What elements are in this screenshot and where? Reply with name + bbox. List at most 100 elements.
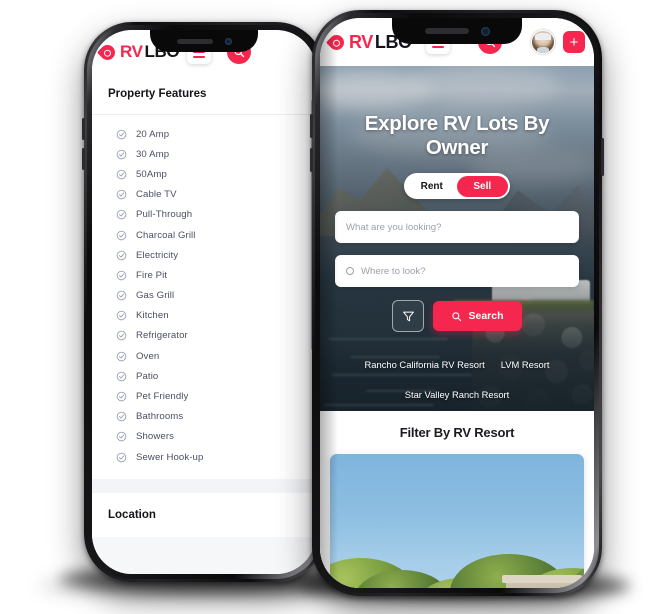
check-circle-icon <box>116 371 127 382</box>
list-item[interactable]: Patio <box>92 366 316 386</box>
search-button-label: Search <box>468 310 504 322</box>
search-keyword-placeholder: What are you looking? <box>346 221 442 233</box>
list-item-label: 50Amp <box>136 168 167 180</box>
page-title: Explore RV Lots By Owner <box>364 112 550 159</box>
list-item[interactable]: Refrigerator <box>92 326 316 346</box>
list-item[interactable]: Kitchen <box>92 306 316 326</box>
list-item[interactable]: Charcoal Grill <box>92 225 316 245</box>
list-item-label: 20 Amp <box>136 128 170 140</box>
check-circle-icon <box>116 189 127 200</box>
front-camera <box>224 37 232 45</box>
resort-link[interactable]: Rancho California RV Resort <box>365 359 485 370</box>
search-location-input[interactable]: Where to look? <box>335 255 579 287</box>
list-item-label: Pull-Through <box>136 209 193 221</box>
right-phone-screen: RV LBO + Explore RV Lots By Owner Rent S… <box>320 18 594 588</box>
volume-down-button[interactable] <box>82 148 85 170</box>
map-pin-icon <box>325 31 348 53</box>
hero-content: Explore RV Lots By Owner Rent Sell What … <box>320 66 594 408</box>
toggle-option-rent[interactable]: Rent <box>407 176 458 197</box>
resort-link[interactable]: LVM Resort <box>501 359 550 370</box>
volume-up-button-right[interactable] <box>310 114 313 138</box>
search-location-placeholder: Where to look? <box>361 265 426 277</box>
popular-resort-links: Rancho California RV Resort LVM Resort Sta… <box>332 349 582 408</box>
property-features-panel: Property Features 20 Amp 30 Amp 50Amp Cable… <box>92 74 316 480</box>
list-item[interactable]: Showers <box>92 427 316 447</box>
list-item-label: 30 Amp <box>136 148 170 160</box>
list-item-label: Refrigerator <box>136 330 188 342</box>
check-circle-icon <box>116 432 127 442</box>
location-title: Location <box>92 493 316 538</box>
list-item[interactable]: 20 Amp <box>92 124 316 144</box>
list-item-label: Charcoal Grill <box>136 229 196 241</box>
location-icon <box>346 267 354 275</box>
check-circle-icon <box>116 331 127 341</box>
check-circle-icon <box>116 250 127 261</box>
brand-name-accent: RV <box>349 31 373 52</box>
right-phone-notch <box>392 18 522 44</box>
list-item-label: Sewer Hook-up <box>136 451 204 463</box>
avatar[interactable] <box>531 30 555 54</box>
list-item[interactable]: Cable TV <box>92 185 316 205</box>
check-circle-icon <box>116 129 127 139</box>
list-item[interactable]: Oven <box>92 346 316 366</box>
list-item[interactable]: Sewer Hook-up <box>92 447 316 467</box>
list-item[interactable]: 50Amp <box>92 164 316 184</box>
list-item-label: Bathrooms <box>136 411 184 423</box>
map-pin-icon <box>96 41 119 63</box>
left-phone-screen: RV LBO Property Features 20 Amp 30 Amp 50Am… <box>92 30 316 574</box>
feature-list: 20 Amp 30 Amp 50Amp Cable TV Pull-Through Cha… <box>92 115 316 480</box>
list-item-label: Fire Pit <box>136 269 168 281</box>
check-circle-icon <box>116 210 127 220</box>
check-circle-icon <box>116 270 127 281</box>
check-circle-icon <box>116 391 127 402</box>
check-circle-icon <box>116 351 127 361</box>
filter-funnel-icon[interactable] <box>392 300 425 332</box>
check-circle-icon <box>116 411 127 422</box>
list-item[interactable]: Gas Grill <box>92 286 316 306</box>
search-actions: Search <box>332 300 582 332</box>
list-item-label: Cable TV <box>136 189 177 201</box>
list-item[interactable]: Fire Pit <box>92 265 316 285</box>
section-divider <box>92 479 316 494</box>
list-item[interactable]: Bathrooms <box>92 407 316 427</box>
check-circle-icon <box>116 310 127 321</box>
power-button-right[interactable] <box>601 138 604 176</box>
search-keyword-input[interactable]: What are you looking? <box>335 211 579 243</box>
volume-down-button-right[interactable] <box>310 148 313 172</box>
search-button[interactable]: Search <box>433 301 522 331</box>
front-camera-right <box>480 26 490 36</box>
resort-photo-card[interactable] <box>330 454 584 588</box>
volume-up-button[interactable] <box>82 118 85 140</box>
mockup-stage: RV LBO Property Features 20 Amp 30 Amp 50Am… <box>0 0 656 614</box>
toggle-option-sell[interactable]: Sell <box>457 175 508 197</box>
hero-banner: Explore RV Lots By Owner Rent Sell What … <box>320 66 594 411</box>
list-item[interactable]: Pull-Through <box>92 205 316 225</box>
check-circle-icon <box>116 169 127 180</box>
earpiece-speaker <box>176 38 213 44</box>
search-icon <box>452 311 462 321</box>
right-scroll-body[interactable]: Explore RV Lots By Owner Rent Sell What … <box>320 66 594 588</box>
section-title: Filter By RV Resort <box>399 425 515 440</box>
list-item-label: Kitchen <box>136 310 169 322</box>
check-circle-icon <box>116 452 127 462</box>
list-item-label: Patio <box>136 370 159 382</box>
check-circle-icon <box>116 230 127 240</box>
check-circle-icon <box>116 290 127 301</box>
rent-sell-toggle[interactable]: Rent Sell <box>404 173 510 199</box>
list-item-label: Showers <box>136 431 175 443</box>
left-scroll-body[interactable]: Property Features 20 Amp 30 Amp 50Amp Cable… <box>92 74 316 574</box>
list-item[interactable]: 30 Amp <box>92 144 316 164</box>
add-listing-button[interactable]: + <box>563 31 585 53</box>
earpiece-speaker-right <box>424 28 469 34</box>
list-item[interactable]: Pet Friendly <box>92 386 316 406</box>
list-item[interactable]: Electricity <box>92 245 316 265</box>
resort-link[interactable]: Star Valley Ranch Resort <box>405 389 510 400</box>
list-item-label: Oven <box>136 350 160 362</box>
brand-name-accent: RV <box>120 42 143 61</box>
list-item-label: Pet Friendly <box>136 391 189 403</box>
left-phone-notch <box>150 30 258 52</box>
list-item-label: Electricity <box>136 249 179 261</box>
check-circle-icon <box>116 149 127 160</box>
list-item-label: Gas Grill <box>136 290 175 302</box>
panel-title: Property Features <box>92 74 316 115</box>
